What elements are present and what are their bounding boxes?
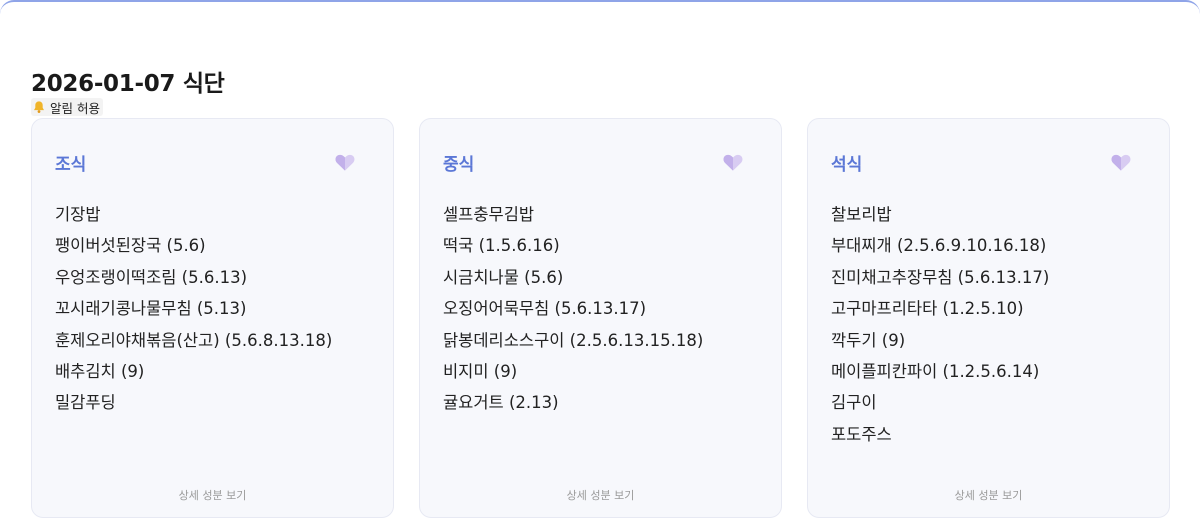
meal-card-dinner: 석식 찰보리밥 부대찌개 (2.5.6.9.10.16.18) 진미채고추장무침… <box>807 118 1170 518</box>
page-title: 2026-01-07 식단 <box>31 71 225 97</box>
menu-item: 떡국 (1.5.6.16) <box>443 236 560 256</box>
menu-item: 메이플피칸파이 (1.2.5.6.14) <box>831 362 1040 382</box>
menu-item: 닭봉데리소스구이 (2.5.6.13.15.18) <box>443 330 704 350</box>
menu-item: 배추김치 (9) <box>55 362 145 382</box>
meal-title: 조식 <box>55 155 87 175</box>
menu-item: 진미채고추장무침 (5.6.13.17) <box>831 267 1050 287</box>
detail-ingredients-link[interactable]: 상세 성분 보기 <box>420 487 781 503</box>
menu-item: 깍두기 (9) <box>831 330 906 350</box>
menu-item: 시금치나물 (5.6) <box>443 267 564 287</box>
menu-item: 귤요거트 (2.13) <box>443 393 559 413</box>
menu-item: 밀감푸딩 <box>55 393 116 413</box>
menu-item: 기장밥 <box>55 205 101 224</box>
menu-item: 포도주스 <box>831 424 892 444</box>
menu-item: 셀프충무김밥 <box>443 205 535 224</box>
menu-item: 오징어어묵무침 (5.6.13.17) <box>443 299 647 319</box>
detail-ingredients-link[interactable]: 상세 성분 보기 <box>808 487 1169 503</box>
menu-item: 꼬시래기콩나물무침 (5.13) <box>55 299 247 319</box>
menu-item: 팽이버섯된장국 (5.6) <box>55 236 206 256</box>
meal-card-breakfast: 조식 기장밥 팽이버섯된장국 (5.6) 우엉조랭이떡조림 (5.6.13) 꼬… <box>31 118 394 518</box>
menu-list: 찰보리밥 부대찌개 (2.5.6.9.10.16.18) 진미채고추장무침 (5… <box>831 199 1049 450</box>
menu-list: 셀프충무김밥 떡국 (1.5.6.16) 시금치나물 (5.6) 오징어어묵무침… <box>443 199 703 419</box>
menu-item: 우엉조랭이떡조림 (5.6.13) <box>55 267 248 287</box>
heart-icon[interactable] <box>1110 152 1132 172</box>
meal-title: 중식 <box>443 155 475 175</box>
menu-item: 찰보리밥 <box>831 205 892 224</box>
heart-icon[interactable] <box>722 152 744 172</box>
meal-title: 석식 <box>831 155 863 175</box>
app-window: 2026-01-07 식단 알림 허용 조식 기장밥 팽이버섯된장국 (5.6)… <box>0 0 1200 518</box>
menu-item: 훈제오리야채볶음(산고) (5.6.8.13.18) <box>55 330 333 350</box>
menu-item: 고구마프리타타 (1.2.5.10) <box>831 299 1024 319</box>
menu-list: 기장밥 팽이버섯된장국 (5.6) 우엉조랭이떡조림 (5.6.13) 꼬시래기… <box>55 199 332 419</box>
heart-icon[interactable] <box>334 152 356 172</box>
notification-label: 알림 허용 <box>50 100 100 116</box>
notification-permission-button[interactable]: 알림 허용 <box>31 98 103 116</box>
bell-icon <box>34 101 44 113</box>
menu-item: 김구이 <box>831 393 877 413</box>
meal-card-lunch: 중식 셀프충무김밥 떡국 (1.5.6.16) 시금치나물 (5.6) 오징어어… <box>419 118 782 518</box>
detail-ingredients-link[interactable]: 상세 성분 보기 <box>32 487 393 503</box>
menu-item: 부대찌개 (2.5.6.9.10.16.18) <box>831 236 1047 256</box>
menu-item: 비지미 (9) <box>443 362 518 382</box>
